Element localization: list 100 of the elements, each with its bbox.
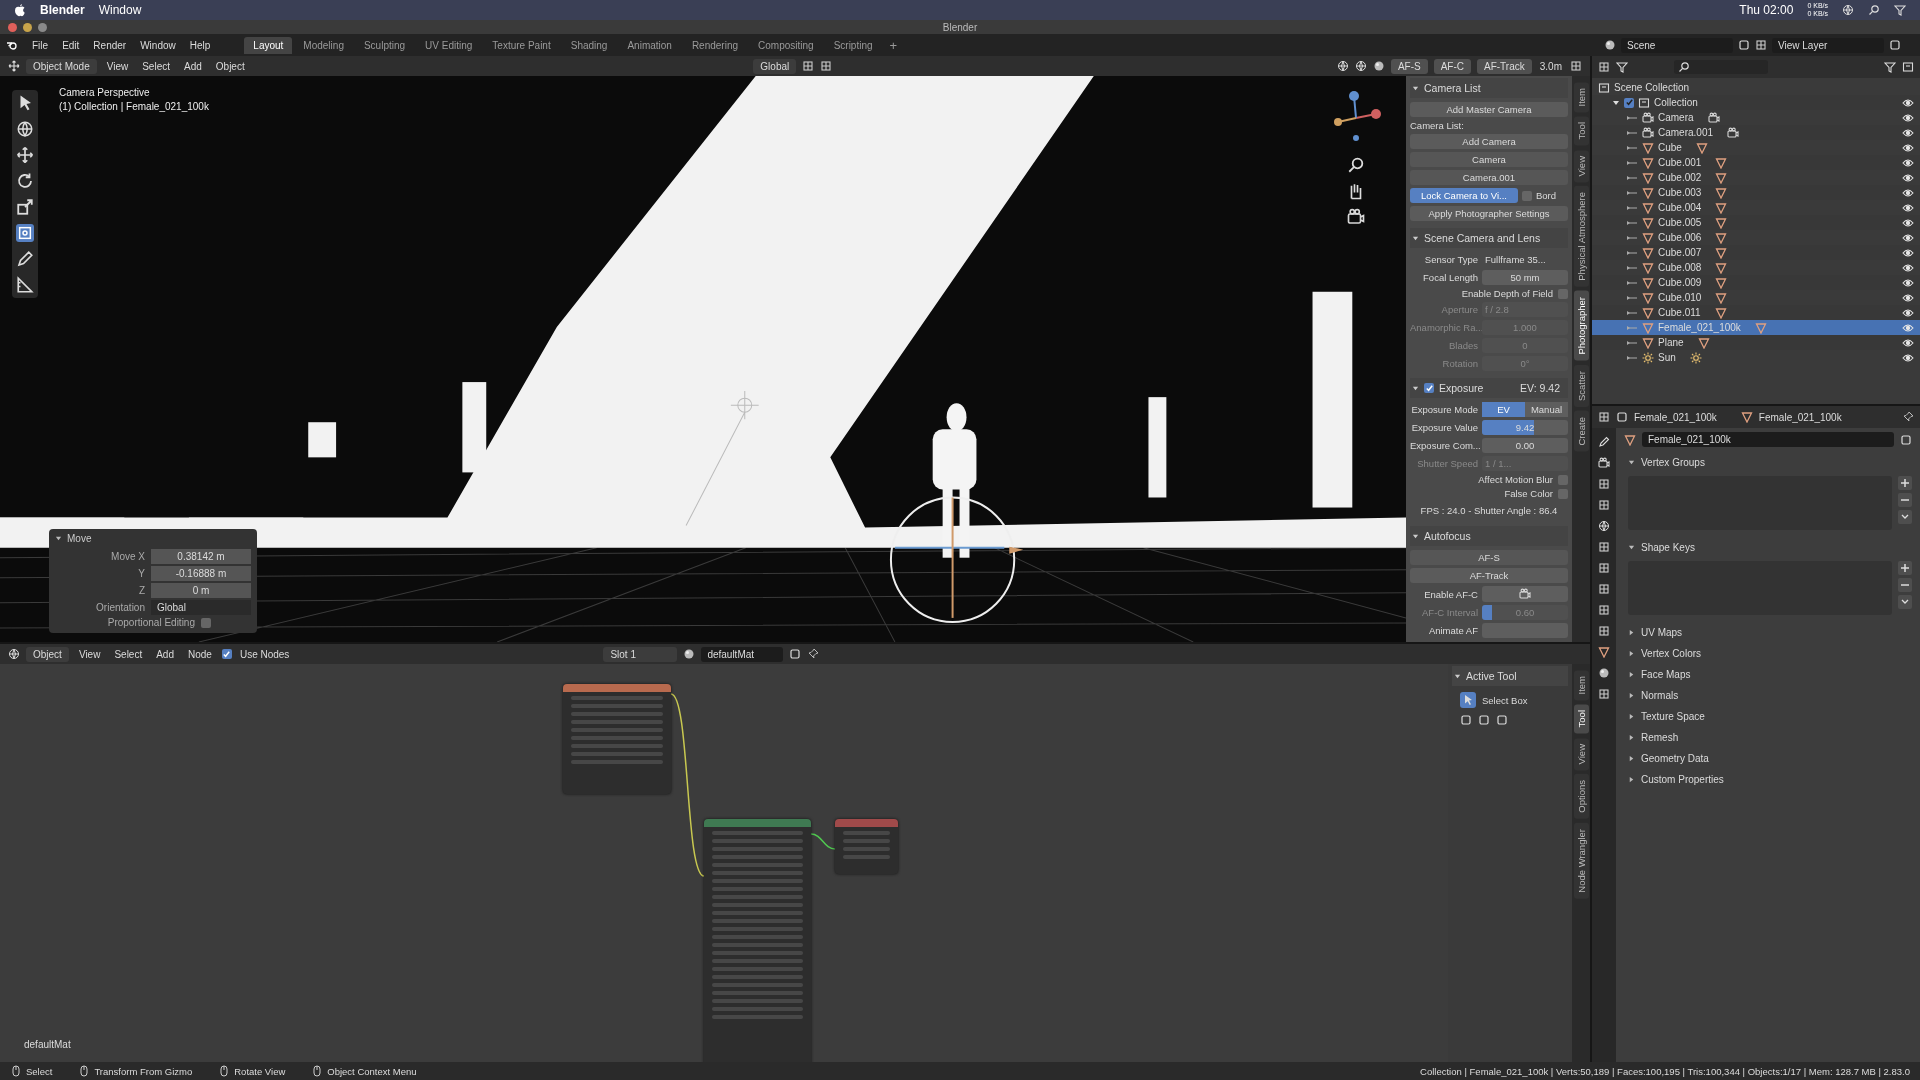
sidebar-tab[interactable]: Item xyxy=(1573,82,1589,113)
app-menu[interactable]: Blender xyxy=(40,3,85,17)
blender-logo-icon[interactable] xyxy=(6,39,18,51)
checkbox[interactable] xyxy=(201,617,211,628)
autofocus-button[interactable]: AF-Track xyxy=(1477,58,1532,74)
apple-logo-icon[interactable] xyxy=(14,3,26,17)
expand-arrow-icon[interactable] xyxy=(1612,98,1620,107)
add-icon[interactable] xyxy=(1898,561,1912,575)
orientation-dropdown[interactable]: Global xyxy=(151,600,251,615)
sidebar-tab[interactable]: Tool xyxy=(1573,116,1589,146)
shader-node[interactable] xyxy=(704,819,811,1062)
menu-item[interactable]: Select xyxy=(110,646,147,662)
menu-item[interactable]: Node xyxy=(184,646,216,662)
workspace-tab[interactable]: Compositing xyxy=(749,36,823,54)
panel-button[interactable]: Add Camera xyxy=(1410,134,1568,149)
workspace-tab[interactable]: Rendering xyxy=(682,36,748,54)
panel-header[interactable]: Move xyxy=(49,529,257,548)
number-field[interactable]: -0.16888 m xyxy=(151,566,251,581)
sidebar-tab[interactable]: Create xyxy=(1573,410,1589,452)
panel-header[interactable]: Texture Space xyxy=(1624,707,1912,726)
workspace-tab[interactable]: Scripting xyxy=(824,36,882,54)
autofocus-button[interactable]: AF-S xyxy=(1390,58,1428,74)
minimize-button[interactable] xyxy=(23,22,32,32)
mesh-datablock-field[interactable]: Female_021_100k xyxy=(1642,432,1894,447)
chevron-icon[interactable] xyxy=(1898,595,1912,609)
panel-header[interactable]: Custom Properties xyxy=(1624,770,1912,789)
camera-list-item[interactable]: AF-S xyxy=(1410,550,1568,565)
number-field[interactable]: 0 m xyxy=(151,583,251,598)
slot-dropdown[interactable]: Slot 1 xyxy=(603,646,678,662)
menu-item[interactable]: Help xyxy=(183,37,217,53)
workspace-tab[interactable]: Sculpting xyxy=(354,36,415,54)
checkbox[interactable] xyxy=(1558,288,1568,299)
outliner-row[interactable]: Cube.010 xyxy=(1592,290,1920,305)
camera-list-item[interactable]: Camera.001 xyxy=(1410,170,1568,185)
remove-icon[interactable] xyxy=(1898,493,1912,507)
outliner-row[interactable]: Cube.004 xyxy=(1592,200,1920,215)
panel-header[interactable]: Autofocus xyxy=(1410,526,1568,546)
outliner-row[interactable]: Cube xyxy=(1592,140,1920,155)
viewport-canvas[interactable]: Camera Perspective (1) Collection | Female_021_100k Move Move X 0.38142 m Y -0.16888 m Z 0 m Orientation Global Proportional Editing xyxy=(0,76,1406,642)
checkbox[interactable] xyxy=(1558,488,1568,499)
menu-item[interactable]: Object xyxy=(211,58,249,74)
panel-header[interactable]: Exposure EV: 9.42 xyxy=(1410,378,1568,398)
sidebar-tab[interactable]: View xyxy=(1573,149,1589,183)
workspace-tab[interactable]: Texture Paint xyxy=(483,36,560,54)
panel-button[interactable]: AF-Track xyxy=(1410,568,1568,583)
lock-camera-button[interactable]: Lock Camera to Vi... xyxy=(1410,188,1518,203)
workspace-tab[interactable]: Layout xyxy=(244,36,293,54)
dropdown[interactable]: Fullframe 35... xyxy=(1482,252,1568,267)
outliner-row[interactable]: Scene Collection xyxy=(1592,80,1920,95)
checkbox[interactable] xyxy=(1522,190,1532,201)
sidebar-tab[interactable]: View xyxy=(1573,737,1589,771)
material-field[interactable]: defaultMat xyxy=(701,646,784,662)
number-field[interactable]: 50 mm xyxy=(1482,270,1568,285)
checkbox[interactable] xyxy=(1558,474,1568,485)
workspace-tab[interactable]: Shading xyxy=(561,36,617,54)
panel-header[interactable]: Geometry Data xyxy=(1624,749,1912,768)
workspace-tab[interactable]: Animation xyxy=(618,36,681,54)
panel-header[interactable]: Scene Camera and Lens xyxy=(1410,228,1568,248)
panel-header[interactable]: UV Maps xyxy=(1624,623,1912,642)
autofocus-button[interactable]: AF-C xyxy=(1433,58,1471,74)
search-field[interactable] xyxy=(1674,60,1768,74)
mode-dropdown[interactable]: Object Mode xyxy=(26,58,97,74)
material-output-node[interactable] xyxy=(835,819,898,874)
close-button[interactable] xyxy=(8,22,17,32)
sidebar-tab[interactable]: Item xyxy=(1573,670,1589,701)
sidebar-tab[interactable]: Options xyxy=(1573,774,1589,820)
menu-item[interactable]: Render xyxy=(87,37,133,53)
panel-header[interactable]: Active Tool xyxy=(1452,666,1568,686)
outliner-row[interactable]: Cube.002 xyxy=(1592,170,1920,185)
panel-button[interactable]: Add Master Camera xyxy=(1410,102,1568,117)
workspace-tab[interactable]: UV Editing xyxy=(416,36,482,54)
sidebar-tab[interactable]: Scatter xyxy=(1573,364,1589,407)
image-texture-node[interactable] xyxy=(563,684,671,794)
outliner-row[interactable]: Sun xyxy=(1592,350,1920,365)
panel-header[interactable]: Normals xyxy=(1624,686,1912,705)
node-canvas[interactable]: defaultMat xyxy=(0,664,1448,1062)
select-box-icon[interactable] xyxy=(1460,692,1476,708)
menu-item[interactable]: View xyxy=(102,58,133,74)
menu-item[interactable]: Add xyxy=(152,646,178,662)
menu-item[interactable]: View xyxy=(74,646,105,662)
menu-item[interactable]: Select xyxy=(138,58,174,74)
sidebar-tab[interactable]: Photographer xyxy=(1573,291,1589,361)
scene-field[interactable]: Scene xyxy=(1621,37,1733,53)
panel-header[interactable]: Shape Keys xyxy=(1624,538,1912,557)
sidebar-tab[interactable]: Physical Atmosphere xyxy=(1573,186,1589,288)
shader-type-dropdown[interactable]: Object xyxy=(26,646,69,662)
outliner-row[interactable]: Cube.008 xyxy=(1592,260,1920,275)
panel-header[interactable]: Vertex Groups xyxy=(1624,453,1912,472)
menu-item[interactable]: Window xyxy=(134,37,182,53)
add-workspace-button[interactable]: + xyxy=(883,37,904,53)
checkbox[interactable] xyxy=(1424,383,1434,393)
sidebar-tab[interactable]: Tool xyxy=(1573,704,1589,734)
number-field[interactable]: 0.38142 m xyxy=(151,549,251,564)
panel-header[interactable]: Camera List xyxy=(1410,78,1568,98)
add-icon[interactable] xyxy=(1898,476,1912,490)
panel-header[interactable]: Remesh xyxy=(1624,728,1912,747)
toggle-option[interactable]: EV xyxy=(1482,402,1525,417)
view-layer-field[interactable]: View Layer xyxy=(1772,37,1884,53)
orientation-dropdown[interactable]: Global xyxy=(753,58,797,74)
outliner-row[interactable]: Female_021_100k xyxy=(1592,320,1920,335)
